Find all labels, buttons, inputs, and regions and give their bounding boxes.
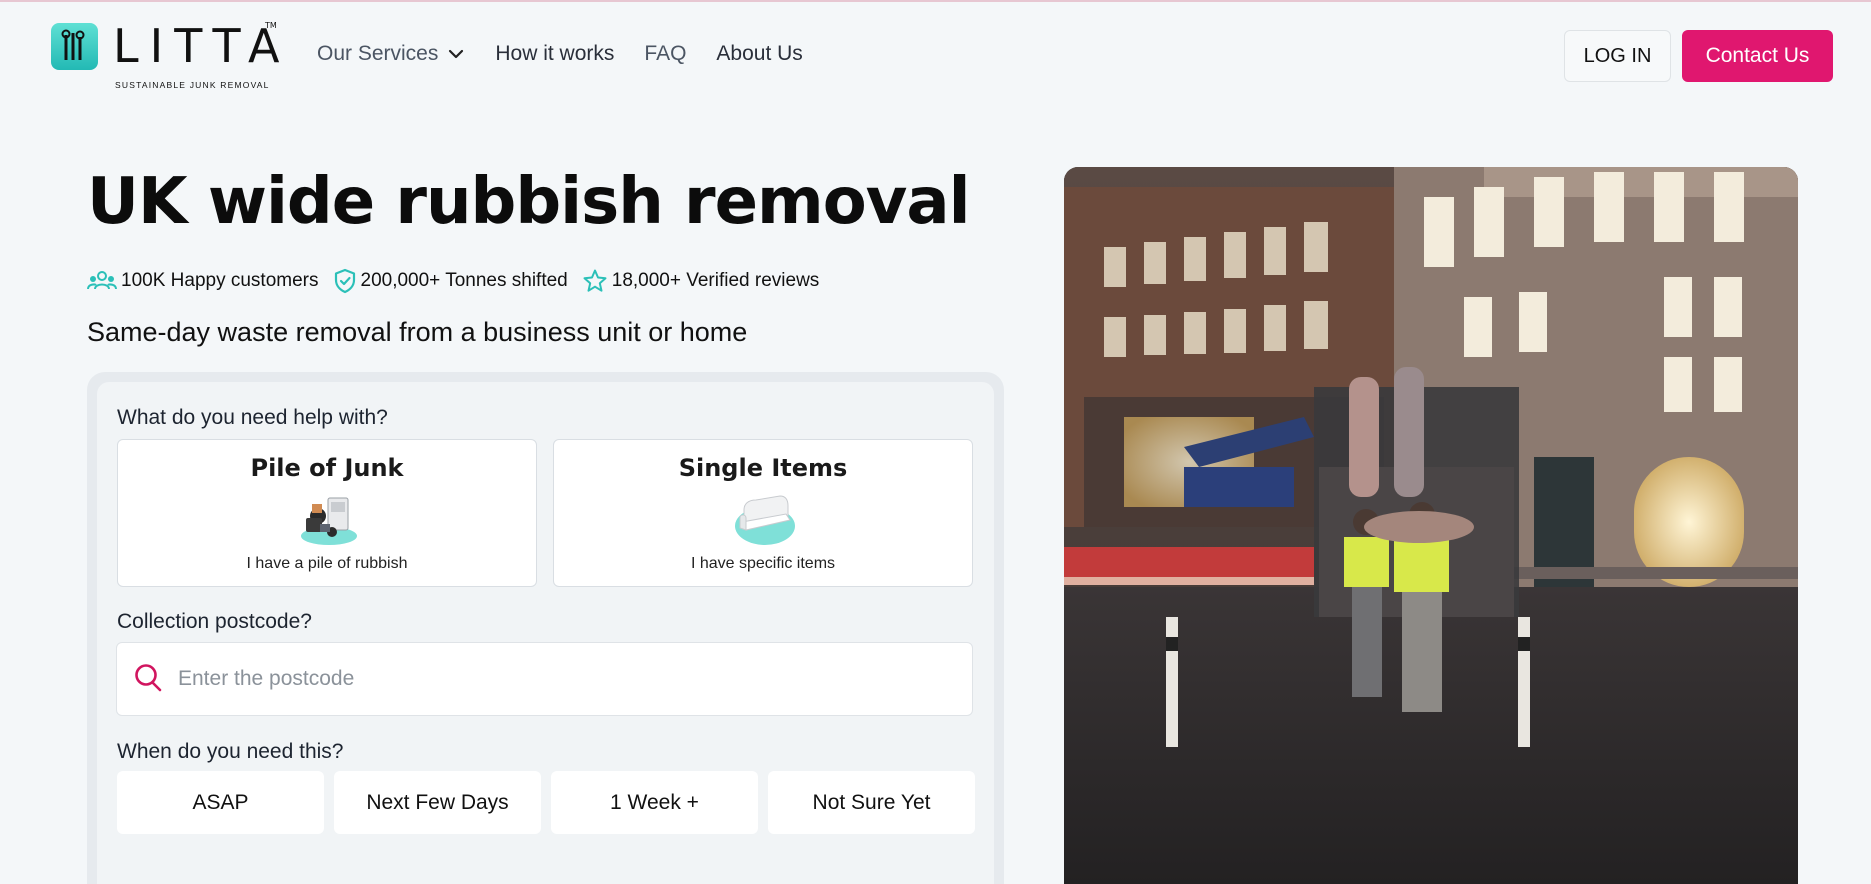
choice-title: Single Items <box>678 454 848 482</box>
main-nav: Our Services How it works FAQ About Us <box>317 42 833 66</box>
stat-customers: 100K Happy customers <box>87 270 319 292</box>
nav-how-it-works[interactable]: How it works <box>495 42 614 66</box>
booking-card: What do you need help with? Pile of Junk… <box>87 372 1004 884</box>
postcode-field[interactable] <box>116 642 973 716</box>
stat-tonnes: 200,000+ Tonnes shifted <box>333 268 568 294</box>
nav-about-us[interactable]: About Us <box>716 42 802 66</box>
choice-title: Pile of Junk <box>250 454 404 482</box>
choice-subtitle: I have specific items <box>690 555 836 572</box>
stats-row: 100K Happy customers 200,000+ Tonnes shi… <box>87 268 833 294</box>
users-icon <box>87 270 117 292</box>
logo-tagline: SUSTAINABLE JUNK REMOVAL <box>115 80 270 90</box>
time-question-label: When do you need this? <box>117 740 344 763</box>
logo-mark-icon <box>51 23 98 70</box>
contact-us-button[interactable]: Contact Us <box>1682 30 1833 82</box>
login-button[interactable]: LOG IN <box>1564 30 1671 82</box>
postcode-input[interactable] <box>178 659 938 699</box>
site-header: LITTA TM SUSTAINABLE JUNK REMOVAL Our Se… <box>0 2 1871 106</box>
time-option-next-few-days[interactable]: Next Few Days <box>334 771 541 834</box>
junk-pile-illustration <box>298 488 360 546</box>
time-option-not-sure-yet[interactable]: Not Sure Yet <box>768 771 975 834</box>
chevron-down-icon <box>447 45 465 63</box>
stat-text: 200,000+ Tonnes shifted <box>360 270 568 291</box>
page-title: UK wide rubbish removal <box>87 165 970 239</box>
choice-pile-of-junk[interactable]: Pile of Junk I have a pile of rubbish <box>117 439 537 587</box>
help-question-label: What do you need help with? <box>117 406 388 429</box>
stat-text: 100K Happy customers <box>121 270 319 291</box>
time-option-1-week[interactable]: 1 Week + <box>551 771 758 834</box>
logo-wordmark: LITTA <box>113 19 291 73</box>
hero-subtitle: Same-day waste removal from a business u… <box>87 317 748 347</box>
hero-photo <box>1064 167 1798 884</box>
logo-trademark: TM <box>265 21 277 30</box>
shield-check-icon <box>333 268 357 294</box>
search-icon <box>133 662 163 698</box>
sofa-illustration <box>734 488 796 546</box>
nav-our-services[interactable]: Our Services <box>317 42 465 66</box>
litta-logo[interactable]: LITTA TM SUSTAINABLE JUNK REMOVAL <box>51 19 291 93</box>
stat-reviews: 18,000+ Verified reviews <box>582 268 820 294</box>
nav-faq[interactable]: FAQ <box>644 42 686 66</box>
night-street-photo <box>1064 167 1798 884</box>
stat-text: 18,000+ Verified reviews <box>611 270 820 291</box>
nav-label: Our Services <box>317 42 439 65</box>
postcode-question-label: Collection postcode? <box>117 610 312 633</box>
booking-form: What do you need help with? Pile of Junk… <box>97 382 994 884</box>
choice-single-items[interactable]: Single Items I have specific items <box>553 439 973 587</box>
time-option-asap[interactable]: ASAP <box>117 771 324 834</box>
choice-subtitle: I have a pile of rubbish <box>246 555 408 572</box>
star-icon <box>582 268 608 294</box>
